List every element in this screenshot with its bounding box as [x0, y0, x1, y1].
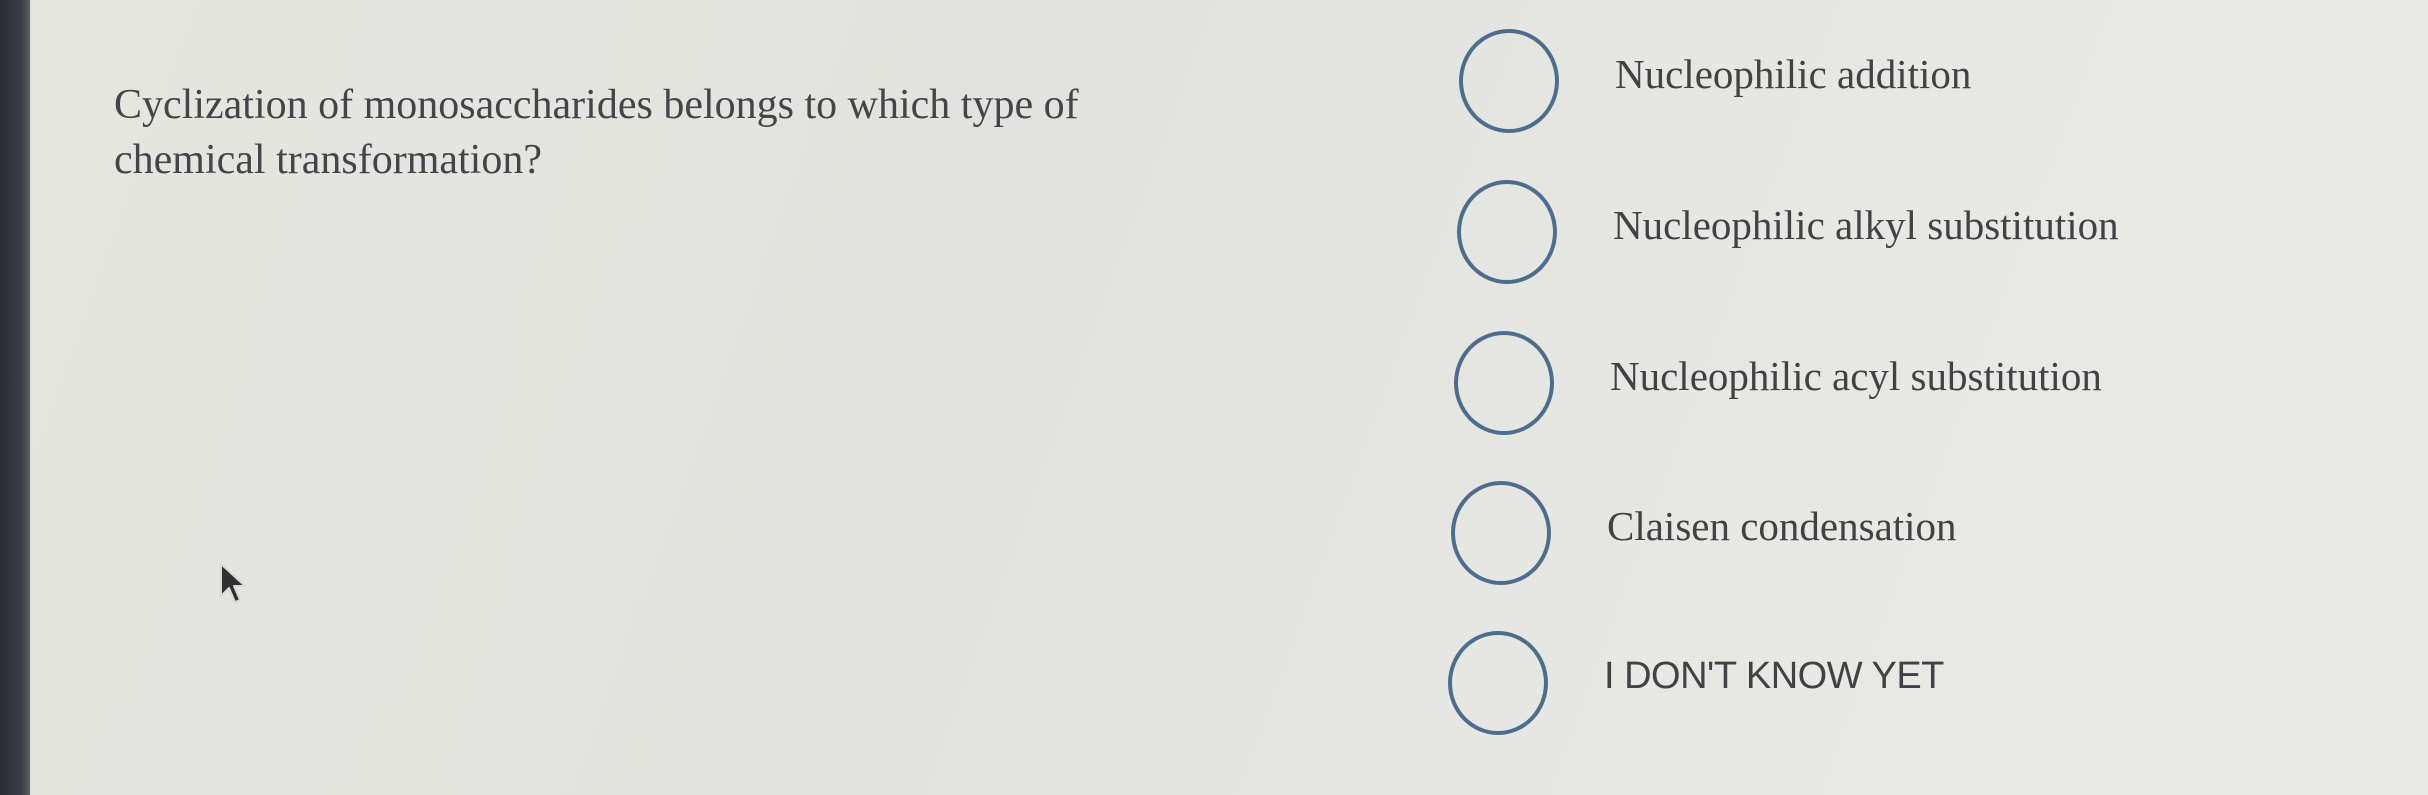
option-label: Claisen condensation	[1607, 503, 1957, 549]
option-nucleophilic-addition[interactable]: Nucleophilic addition	[1459, 29, 2359, 139]
screen-bezel	[0, 0, 30, 795]
answer-options: Nucleophilic addition Nucleophilic alkyl…	[1445, 25, 2345, 745]
option-label: Nucleophilic acyl substitution	[1610, 353, 2102, 399]
quiz-panel: Cyclization of monosaccharides belongs t…	[30, 0, 2428, 795]
option-nucleophilic-acyl-substitution[interactable]: Nucleophilic acyl substitution	[1454, 331, 2354, 441]
question-text: Cyclization of monosaccharides belongs t…	[114, 82, 1079, 183]
radio-button[interactable]	[1451, 481, 1551, 585]
option-claisen-condensation[interactable]: Claisen condensation	[1451, 481, 2351, 591]
option-nucleophilic-alkyl-substitution[interactable]: Nucleophilic alkyl substitution	[1457, 180, 2357, 290]
radio-button[interactable]	[1454, 331, 1554, 435]
mouse-pointer-icon	[220, 563, 246, 603]
radio-button[interactable]	[1448, 631, 1548, 735]
option-label: Nucleophilic alkyl substitution	[1613, 202, 2119, 248]
option-label: Nucleophilic addition	[1615, 51, 1972, 97]
radio-button[interactable]	[1457, 180, 1557, 284]
option-i-dont-know-yet[interactable]: I DON'T KNOW YET	[1448, 631, 2348, 741]
option-label: I DON'T KNOW YET	[1604, 655, 1944, 697]
radio-button[interactable]	[1459, 29, 1559, 133]
